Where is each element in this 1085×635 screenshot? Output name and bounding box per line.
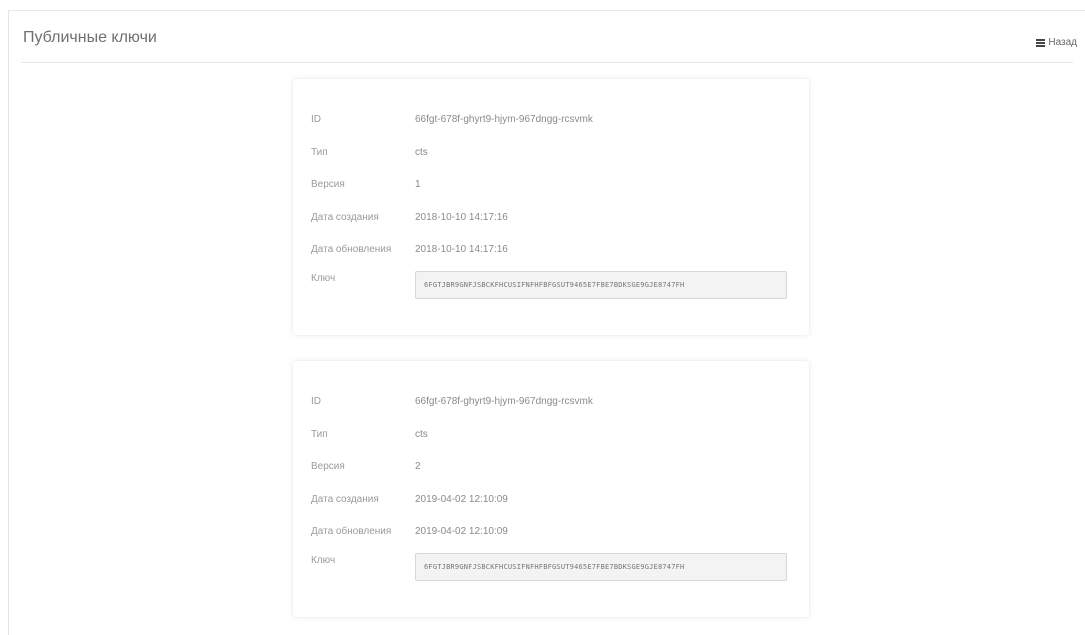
version-row: Версия 2 (311, 456, 791, 476)
version-label: Версия (311, 178, 345, 190)
version-row: Версия 1 (311, 174, 791, 194)
type-row: Тип cts (311, 142, 791, 162)
updated-label: Дата обновления (311, 525, 392, 537)
key-card: ID 66fgt-678f-ghyrt9-hjym-967dngg-rcsvmk… (293, 361, 809, 617)
type-label: Тип (311, 146, 328, 158)
version-label: Версия (311, 460, 345, 472)
page-title: Публичные ключи (23, 29, 157, 46)
id-value: 66fgt-678f-ghyrt9-hjym-967dngg-rcsvmk (415, 113, 593, 125)
id-row: ID 66fgt-678f-ghyrt9-hjym-967dngg-rcsvmk (311, 391, 791, 411)
key-label: Ключ (311, 555, 336, 566)
key-value-field[interactable]: 6FGTJBR9GNFJSBCKFHCUSIFNFHFBFGSUT9465E7F… (415, 553, 787, 581)
back-button[interactable]: Назад (1036, 37, 1077, 48)
created-value: 2019-04-02 12:10:09 (415, 493, 508, 505)
type-value: cts (415, 146, 428, 158)
updated-row: Дата обновления 2018-10-10 14:17:16 (311, 239, 791, 259)
key-card: ID 66fgt-678f-ghyrt9-hjym-967dngg-rcsvmk… (293, 79, 809, 335)
key-label: Ключ (311, 273, 336, 284)
type-value: cts (415, 428, 428, 440)
updated-value: 2019-04-02 12:10:09 (415, 525, 508, 537)
key-row: Ключ 6FGTJBR9GNFJSBCKFHCUSIFNFHFBFGSUT94… (311, 553, 791, 587)
back-button-label: Назад (1048, 37, 1077, 48)
version-value: 1 (415, 178, 421, 190)
id-label: ID (311, 395, 321, 407)
type-label: Тип (311, 428, 328, 440)
main-panel: Публичные ключи Назад ID 66fgt-678f-ghyr… (8, 10, 1085, 635)
created-value: 2018-10-10 14:17:16 (415, 211, 508, 223)
created-label: Дата создания (311, 493, 379, 505)
updated-value: 2018-10-10 14:17:16 (415, 243, 508, 255)
list-icon (1036, 38, 1046, 47)
created-row: Дата создания 2019-04-02 12:10:09 (311, 489, 791, 509)
created-row: Дата создания 2018-10-10 14:17:16 (311, 207, 791, 227)
version-value: 2 (415, 460, 421, 472)
updated-label: Дата обновления (311, 243, 392, 255)
id-value: 66fgt-678f-ghyrt9-hjym-967dngg-rcsvmk (415, 395, 593, 407)
created-label: Дата создания (311, 211, 379, 223)
key-row: Ключ 6FGTJBR9GNFJSBCKFHCUSIFNFHFBFGSUT94… (311, 271, 791, 305)
header-divider (21, 62, 1073, 63)
updated-row: Дата обновления 2019-04-02 12:10:09 (311, 521, 791, 541)
type-row: Тип cts (311, 424, 791, 444)
id-row: ID 66fgt-678f-ghyrt9-hjym-967dngg-rcsvmk (311, 109, 791, 129)
id-label: ID (311, 113, 321, 125)
key-value-field[interactable]: 6FGTJBR9GNFJSBCKFHCUSIFNFHFBFGSUT9465E7F… (415, 271, 787, 299)
